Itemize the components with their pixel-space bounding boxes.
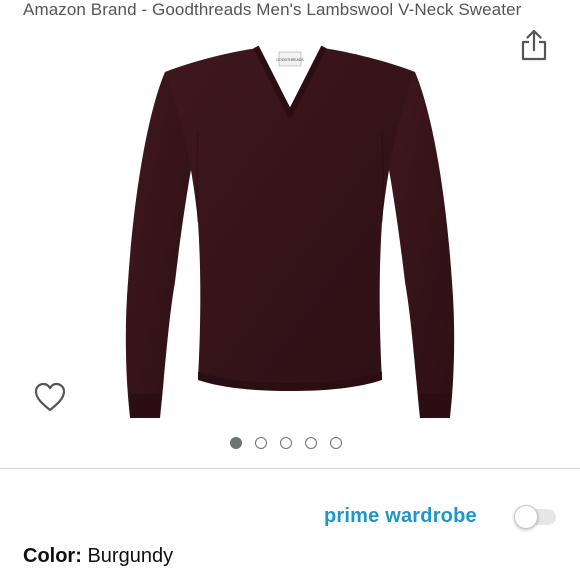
prime-wardrobe-row: prime wardrobe [0, 498, 580, 538]
heart-outline-icon [34, 382, 66, 412]
image-carousel-dots [230, 437, 342, 451]
prime-wardrobe-label: prime wardrobe [324, 505, 477, 527]
share-icon [521, 29, 547, 61]
carousel-dot-1[interactable] [230, 437, 242, 449]
prime-wardrobe-toggle[interactable] [512, 505, 558, 529]
section-divider [0, 468, 580, 469]
product-image[interactable]: GOODTHREADS [120, 22, 460, 422]
carousel-dot-2[interactable] [255, 437, 267, 449]
color-selection: Color: Burgundy [23, 545, 173, 568]
carousel-dot-4[interactable] [305, 437, 317, 449]
toggle-knob [514, 505, 538, 529]
color-value: Burgundy [87, 545, 174, 567]
color-label: Color: [23, 545, 82, 567]
carousel-dot-5[interactable] [330, 437, 342, 449]
product-title: Amazon Brand - Goodthreads Men's Lambswo… [23, 0, 522, 19]
product-page: Amazon Brand - Goodthreads Men's Lambswo… [0, 0, 580, 580]
wishlist-button[interactable] [32, 380, 68, 414]
carousel-dot-3[interactable] [280, 437, 292, 449]
brand-tag-text: GOODTHREADS [276, 58, 304, 62]
sweater-image: GOODTHREADS [125, 44, 455, 418]
share-button[interactable] [518, 28, 550, 62]
